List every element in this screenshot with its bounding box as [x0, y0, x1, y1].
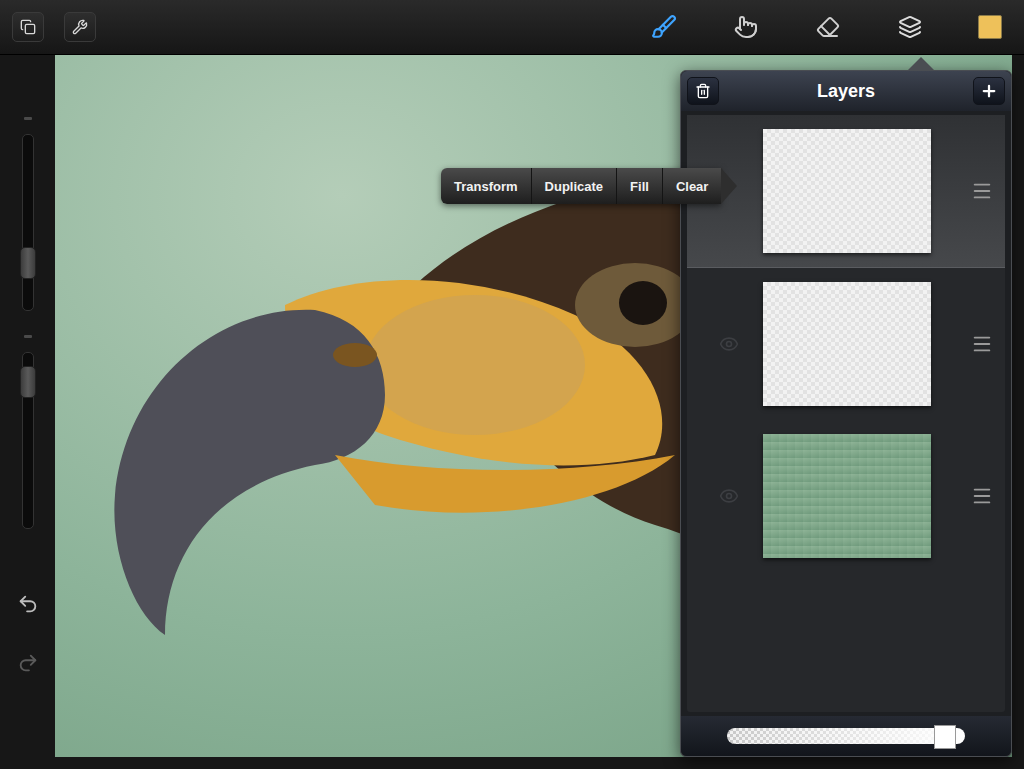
top-toolbar — [0, 0, 1024, 55]
eye-icon — [719, 334, 739, 354]
wrench-icon — [72, 19, 88, 35]
slider-thumb[interactable] — [934, 725, 956, 749]
layer-thumbnail[interactable] — [763, 434, 931, 558]
undo-icon — [17, 593, 39, 615]
layer-menu-item[interactable]: Transform — [441, 168, 531, 204]
layers-header: Layers — [681, 71, 1011, 111]
brush-size-slider[interactable] — [22, 134, 34, 311]
add-layer-button[interactable] — [973, 77, 1005, 105]
gallery-button[interactable] — [12, 12, 44, 42]
layer-menu-item[interactable]: Fill — [616, 168, 662, 204]
brush-opacity-slider[interactable] — [22, 352, 34, 529]
undo-button[interactable] — [17, 593, 39, 618]
layer-row[interactable] — [687, 268, 1005, 420]
visibility-toggle[interactable] — [717, 486, 741, 506]
redo-button[interactable] — [17, 652, 39, 677]
drag-handle-icon — [971, 333, 993, 355]
layers-tool-button[interactable] — [892, 9, 928, 45]
eye-icon — [719, 486, 739, 506]
reorder-handle[interactable] — [953, 485, 993, 507]
brush-icon — [651, 14, 677, 40]
slider-thumb[interactable] — [20, 366, 36, 398]
layer-row[interactable] — [687, 420, 1005, 572]
layer-opacity-bar — [681, 716, 1011, 756]
gallery-icon — [20, 19, 36, 35]
layer-menu-item[interactable]: Duplicate — [531, 168, 617, 204]
size-mark — [24, 117, 32, 120]
smudge-icon — [734, 15, 758, 39]
actions-button[interactable] — [64, 12, 96, 42]
smudge-tool-button[interactable] — [728, 9, 764, 45]
layer-thumbnail[interactable] — [763, 129, 931, 253]
layer-opacity-slider[interactable] — [727, 728, 965, 744]
color-swatch[interactable] — [978, 15, 1002, 39]
layer-list — [687, 115, 1005, 712]
drag-handle-icon — [971, 180, 993, 202]
brush-tool-button[interactable] — [646, 9, 682, 45]
eraser-icon — [816, 15, 840, 39]
layer-options-menu: TransformDuplicateFillClear — [441, 168, 721, 204]
layer-menu-item[interactable]: Clear — [662, 168, 722, 204]
delete-layer-button[interactable] — [687, 77, 719, 105]
trash-icon — [695, 83, 711, 99]
reorder-handle[interactable] — [953, 333, 993, 355]
layers-title: Layers — [727, 81, 965, 102]
procreate-screen: Layers TransformDuplicateFillClear — [0, 0, 1024, 769]
opacity-mark — [24, 335, 32, 338]
visibility-toggle[interactable] — [717, 334, 741, 354]
left-sidebar — [0, 55, 55, 757]
layer-thumbnail[interactable] — [763, 282, 931, 406]
eraser-tool-button[interactable] — [810, 9, 846, 45]
plus-icon — [980, 82, 998, 100]
slider-thumb[interactable] — [20, 247, 36, 279]
reorder-handle[interactable] — [953, 180, 993, 202]
redo-icon — [17, 652, 39, 674]
layers-icon — [898, 15, 922, 39]
drag-handle-icon — [971, 485, 993, 507]
